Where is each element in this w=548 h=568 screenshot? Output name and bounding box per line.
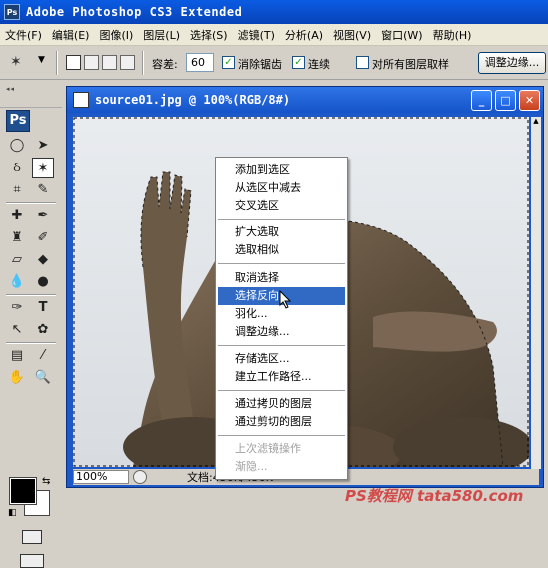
options-divider [142,51,144,75]
watermark: PS教程网 tata580.com [345,487,524,505]
minimize-button[interactable]: _ [471,90,492,111]
menu-separator [218,345,345,346]
menu-save-selection[interactable]: 存储选区... [218,350,345,368]
menu-deselect[interactable]: 取消选择 [218,269,345,287]
collapse-icon[interactable]: ◂◂ [6,85,15,93]
move-tool-icon[interactable]: ➤ [32,136,54,156]
custom-shape-icon[interactable]: ✿ [32,320,54,340]
menu-make-work-path[interactable]: 建立工作路径... [218,368,345,386]
menu-image[interactable]: 图像(I) [94,27,138,43]
default-colors-icon[interactable]: ◧ [8,508,17,518]
antialias-label: 消除锯齿 [238,58,282,71]
menu-analysis[interactable]: 分析(A) [280,27,328,43]
pen-tool-icon[interactable]: ✑ [6,298,28,318]
clone-stamp-icon[interactable]: ♜ [6,228,28,248]
contiguous-checkbox[interactable]: ✓ [292,56,305,69]
menu-refine-edge[interactable]: 调整边缘... [218,323,345,341]
slice-tool-icon[interactable]: ✎ [32,180,54,200]
menu-layer-via-cut[interactable]: 通过剪切的图层 [218,413,345,431]
lasso-tool-icon[interactable]: ઠ [6,158,28,178]
healing-brush-icon[interactable]: ✚ [6,206,28,226]
zoom-tool-icon[interactable]: 🔍 [32,368,54,388]
screen-mode-icon[interactable] [20,554,44,568]
menu-window[interactable]: 窗口(W) [376,27,427,43]
crop-tool-icon[interactable]: ⌗ [6,180,28,200]
context-menu: 添加到选区 从选区中减去 交叉选区 扩大选取 选取相似 取消选择 选择反向 羽化… [215,157,348,480]
menu-add-to-selection[interactable]: 添加到选区 [218,161,345,179]
mouse-cursor-icon [279,290,292,309]
foreground-color-swatch[interactable] [9,477,37,505]
magic-wand-tool-icon[interactable]: ✶ [32,158,54,178]
path-selection-icon[interactable]: ↖ [6,320,28,340]
menu-fade: 渐隐... [235,460,268,473]
menu-select[interactable]: 选择(S) [185,27,233,43]
maximize-button[interactable]: □ [495,90,516,111]
tolerance-label: 容差: [152,58,178,71]
menu-separator [218,263,345,264]
tolerance-input[interactable]: 60 [186,53,214,72]
toolbox-divider [6,294,56,296]
menu-last-filter: 上次滤镜操作 [235,442,301,455]
magic-wand-preset-icon[interactable]: ✶ [10,54,30,72]
quick-mask-icon[interactable] [22,530,42,544]
marquee-tool-icon[interactable]: ◯ [6,136,28,156]
photoshop-logo[interactable]: Ps [6,110,30,132]
new-selection-button[interactable] [66,55,81,70]
preset-dropdown-icon[interactable]: ▼ [38,55,45,65]
menu-separator [218,435,345,436]
blur-tool-icon[interactable]: 💧 [6,272,28,292]
menu-separator [218,219,345,220]
notes-tool-icon[interactable]: ▤ [6,346,28,366]
menu-layer-via-copy[interactable]: 通过拷贝的图层 [218,395,345,413]
menu-separator [218,390,345,391]
status-menu-icon[interactable] [133,470,147,484]
vertical-scrollbar[interactable]: ▲ [531,117,541,469]
menu-edit[interactable]: 编辑(E) [47,27,95,43]
menu-view[interactable]: 视图(V) [328,27,376,43]
menu-filter[interactable]: 滤镜(T) [233,27,280,43]
sample-all-layers-checkbox[interactable] [356,56,369,69]
eraser-tool-icon[interactable]: ▱ [6,250,28,270]
toolbox-header[interactable]: ◂◂ [0,82,62,108]
document-title: source01.jpg @ 100%(RGB/8#) [95,93,291,107]
add-to-selection-button[interactable] [84,55,99,70]
menu-intersect-selection[interactable]: 交叉选区 [218,197,345,215]
dodge-tool-icon[interactable]: ● [32,272,54,292]
menu-subtract-from-selection[interactable]: 从选区中减去 [218,179,345,197]
antialias-checkbox[interactable]: ✓ [222,56,235,69]
contiguous-label: 连续 [308,58,330,71]
app-titlebar: Ps Adobe Photoshop CS3 Extended [0,0,548,24]
eyedropper-icon[interactable]: ⁄ [32,346,54,366]
toolbox-divider [6,202,56,204]
menu-file[interactable]: 文件(F) [0,27,47,43]
subtract-from-selection-button[interactable] [102,55,117,70]
swap-colors-icon[interactable]: ⇆ [42,476,50,487]
menu-similar[interactable]: 选取相似 [218,241,345,259]
menubar: 文件(F) 编辑(E) 图像(I) 图层(L) 选择(S) 滤镜(T) 分析(A… [0,24,548,46]
menu-layer[interactable]: 图层(L) [138,27,185,43]
options-divider [56,51,58,75]
toolbox-divider [6,342,56,344]
toolbox: ◂◂ Ps ◯ ➤ ઠ ✶ ⌗ ✎ ✚ ✒ ♜ ✐ ▱ ◆ 💧 ● ✑ T ↖ … [0,82,62,568]
document-icon [73,92,89,108]
photoshop-app-icon: Ps [4,4,20,20]
type-tool-icon[interactable]: T [32,298,54,318]
refine-edge-button[interactable]: 调整边缘... [478,52,546,74]
paint-bucket-icon[interactable]: ◆ [32,250,54,270]
options-bar: ✶ ▼ 容差: 60 ✓ 消除锯齿 ✓ 连续 对所有图层取样 调整边缘... [0,46,548,80]
menu-grow[interactable]: 扩大选取 [218,223,345,241]
brush-tool-icon[interactable]: ✒ [32,206,54,226]
history-brush-icon[interactable]: ✐ [32,228,54,248]
zoom-level-field[interactable]: 100% [73,470,129,484]
sample-all-layers-label: 对所有图层取样 [372,58,449,71]
hand-tool-icon[interactable]: ✋ [6,368,28,388]
close-button[interactable]: ✕ [519,90,540,111]
menu-help[interactable]: 帮助(H) [428,27,477,43]
intersect-selection-button[interactable] [120,55,135,70]
app-title: Adobe Photoshop CS3 Extended [26,5,243,19]
scroll-up-icon[interactable]: ▲ [531,117,541,127]
